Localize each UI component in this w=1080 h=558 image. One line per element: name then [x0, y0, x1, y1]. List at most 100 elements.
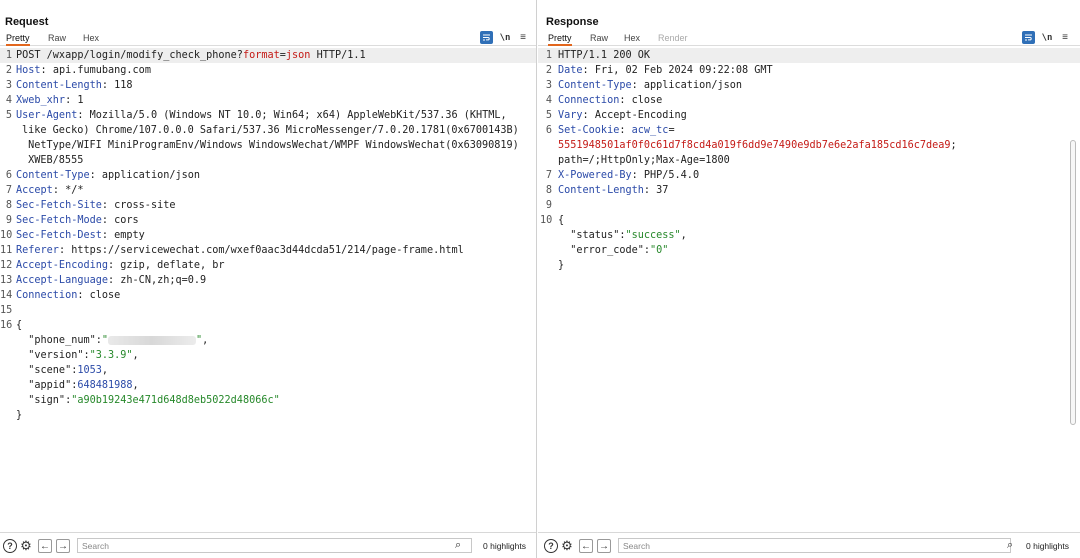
- line-number: 5: [545, 110, 552, 121]
- line-content: Host: api.fumubang.com: [16, 65, 151, 76]
- request-search-input[interactable]: [77, 538, 472, 553]
- line-number: 13: [0, 275, 13, 286]
- settings-icon[interactable]: ⚙: [560, 538, 574, 553]
- code-line: "sign":"a90b19243e471d648d8eb5022d48066c…: [0, 393, 536, 408]
- code-line: NetType/WIFI MiniProgramEnv/Windows Wind…: [0, 138, 536, 153]
- menu-icon[interactable]: ≡: [518, 31, 528, 44]
- code-line: "appid":648481988,: [0, 378, 536, 393]
- code-line: 5 User-Agent: Mozilla/5.0 (Windows NT 10.…: [0, 108, 536, 123]
- code-line: 9 Sec-Fetch-Mode: cors: [0, 213, 536, 228]
- code-line: "scene":1053,: [0, 363, 536, 378]
- request-tabs: Pretty Raw Hex: [0, 32, 536, 46]
- line-content: Referer: https://servicewechat.com/wxef0…: [16, 245, 464, 256]
- code-line: 11 Referer: https://servicewechat.com/wxe…: [0, 243, 536, 258]
- help-icon[interactable]: ?: [544, 539, 558, 553]
- line-number: 10: [540, 215, 553, 226]
- code-line: }: [538, 258, 1080, 273]
- code-line: 10 Sec-Fetch-Dest: empty: [0, 228, 536, 243]
- code-line: 6 Content-Type: application/json: [0, 168, 536, 183]
- line-content: Sec-Fetch-Site: cross-site: [16, 200, 176, 211]
- response-highlights-count: 0 highlights: [1026, 541, 1070, 551]
- code-line: path=/;HttpOnly;Max-Age=1800: [538, 153, 1080, 168]
- line-number: 7: [545, 170, 552, 181]
- response-scrollbar[interactable]: [1070, 140, 1076, 425]
- line-content: Content-Length: 37: [558, 185, 669, 196]
- back-icon[interactable]: ←: [579, 539, 593, 553]
- line-number: 1: [5, 50, 12, 61]
- code-line: 2 Host: api.fumubang.com: [0, 63, 536, 78]
- code-line: 3 Content-Length: 118: [0, 78, 536, 93]
- search-icon: ⌕: [455, 539, 462, 551]
- menu-icon[interactable]: ≡: [1060, 31, 1070, 44]
- request-title: Request: [5, 16, 49, 28]
- line-number: 9: [5, 215, 12, 226]
- response-editor[interactable]: 1 HTTP/1.1 200 OK 2 Date: Fri, 02 Feb 2024 …: [538, 48, 1080, 532]
- back-icon[interactable]: ←: [38, 539, 52, 553]
- line-content: Connection: close: [558, 95, 663, 106]
- line-number: 16: [0, 320, 13, 331]
- line-content: "appid":648481988,: [16, 380, 139, 391]
- line-number: 6: [5, 170, 12, 181]
- response-tabs: Pretty Raw Hex Render: [538, 32, 1080, 46]
- code-line: 7 X-Powered-By: PHP/5.4.0: [538, 168, 1080, 183]
- request-editor[interactable]: 1 POST /wxapp/login/modify_check_phone?fo…: [0, 48, 536, 532]
- code-line: 1 HTTP/1.1 200 OK: [538, 48, 1080, 63]
- newline-icon[interactable]: \n: [499, 31, 511, 44]
- forward-icon[interactable]: →: [56, 539, 70, 553]
- line-content: Vary: Accept-Encoding: [558, 110, 687, 121]
- wrap-lines-icon[interactable]: [1022, 31, 1035, 44]
- settings-icon[interactable]: ⚙: [19, 538, 33, 553]
- line-content: Set-Cookie: acw_tc=: [558, 125, 675, 136]
- line-content: XWEB/8555: [22, 155, 84, 166]
- tab-raw[interactable]: Raw: [590, 33, 608, 43]
- newline-icon[interactable]: \n: [1041, 31, 1053, 44]
- line-content: Content-Type: application/json: [16, 170, 201, 181]
- code-line: 13 Accept-Language: zh-CN,zh;q=0.9: [0, 273, 536, 288]
- line-number: 7: [5, 185, 12, 196]
- tab-raw[interactable]: Raw: [48, 33, 66, 43]
- tab-hex[interactable]: Hex: [83, 33, 99, 43]
- help-icon[interactable]: ?: [3, 539, 17, 553]
- line-number: 2: [545, 65, 552, 76]
- tab-render[interactable]: Render: [658, 33, 688, 43]
- line-content: "sign":"a90b19243e471d648d8eb5022d48066c…: [16, 395, 280, 406]
- line-number: 2: [5, 65, 12, 76]
- line-content: "status":"success",: [558, 230, 687, 241]
- line-content: 5551948501af0f0c61d7f8cd4a019f6dd9e7490e…: [558, 140, 957, 151]
- line-content: Accept-Language: zh-CN,zh;q=0.9: [16, 275, 207, 286]
- line-content: Content-Length: 118: [16, 80, 133, 91]
- line-content: HTTP/1.1 200 OK: [558, 50, 651, 61]
- code-line: "error_code":"0": [538, 243, 1080, 258]
- line-number: 4: [545, 95, 552, 106]
- code-line: 6 Set-Cookie: acw_tc=: [538, 123, 1080, 138]
- line-number: 12: [0, 260, 13, 271]
- redacted-phone-value: [108, 335, 197, 345]
- forward-icon[interactable]: →: [597, 539, 611, 553]
- line-content: Date: Fri, 02 Feb 2024 09:22:08 GMT: [558, 65, 773, 76]
- line-number: 3: [545, 80, 552, 91]
- code-line: 4 Connection: close: [538, 93, 1080, 108]
- code-line: XWEB/8555: [0, 153, 536, 168]
- response-search-input[interactable]: [618, 538, 1011, 553]
- tab-pretty[interactable]: Pretty: [6, 33, 30, 46]
- response-pane: Response Pretty Raw Hex Render \n ≡ 1 HTT…: [538, 0, 1080, 558]
- line-number: 6: [545, 125, 552, 136]
- request-bottom-bar: ? ⚙ ← → ⌕ 0 highlights: [0, 532, 536, 558]
- line-content: {: [558, 215, 565, 226]
- line-content: Accept: */*: [16, 185, 84, 196]
- code-line: 3 Content-Type: application/json: [538, 78, 1080, 93]
- line-number: 8: [545, 185, 552, 196]
- response-bottom-bar: ? ⚙ ← → ⌕ 0 highlights: [538, 532, 1080, 558]
- line-number: 4: [5, 95, 12, 106]
- request-highlights-count: 0 highlights: [483, 541, 527, 551]
- tab-pretty[interactable]: Pretty: [548, 33, 572, 46]
- tab-hex[interactable]: Hex: [624, 33, 640, 43]
- line-content: "error_code":"0": [558, 245, 669, 256]
- line-number: 11: [0, 245, 13, 256]
- search-icon: ⌕: [1007, 539, 1014, 551]
- line-number: 14: [0, 290, 13, 301]
- wrap-lines-icon[interactable]: [480, 31, 493, 44]
- line-content: Sec-Fetch-Dest: empty: [16, 230, 145, 241]
- code-line: 5551948501af0f0c61d7f8cd4a019f6dd9e7490e…: [538, 138, 1080, 153]
- line-content: Accept-Encoding: gzip, deflate, br: [16, 260, 225, 271]
